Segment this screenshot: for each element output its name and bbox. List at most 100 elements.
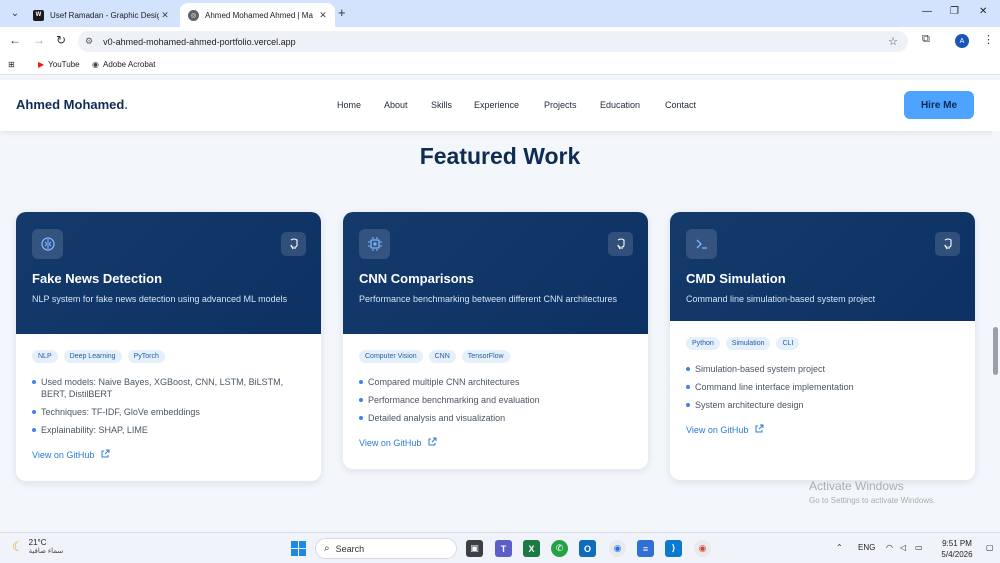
task-view-icon[interactable]: ▣ bbox=[466, 540, 483, 557]
nav-contact[interactable]: Contact bbox=[665, 100, 696, 110]
w-logo-icon: W bbox=[33, 9, 44, 21]
tab-search-icon[interactable]: ⌄ bbox=[6, 5, 24, 22]
tab-portfolio[interactable]: ◎ Ahmed Mohamed Ahmed | Ma ✕ bbox=[180, 3, 335, 27]
database-icon[interactable]: ≡ bbox=[637, 540, 654, 557]
address-bar[interactable]: ⚙ v0-ahmed-mohamed-ahmed-portfolio.verce… bbox=[78, 31, 908, 52]
feature-list: Simulation-based system project Command … bbox=[686, 363, 959, 411]
tab-usef-ramadan[interactable]: W Usef Ramadan - Graphic Design ✕ bbox=[25, 3, 177, 27]
close-icon[interactable]: ✕ bbox=[159, 10, 171, 21]
github-icon[interactable] bbox=[281, 232, 306, 256]
github-link[interactable]: View on GitHub bbox=[32, 449, 305, 461]
reload-icon[interactable]: ↻ bbox=[56, 33, 66, 47]
tag: CLI bbox=[776, 337, 800, 350]
brain-icon bbox=[32, 229, 63, 259]
cpu-icon bbox=[359, 229, 390, 259]
list-item: Simulation-based system project bbox=[686, 363, 959, 375]
scrollbar-thumb[interactable] bbox=[993, 327, 998, 375]
tab-title: Usef Ramadan - Graphic Design bbox=[50, 10, 159, 20]
bookmarks-bar: ⊞ ▶ YouTube ◉ Adobe Acrobat bbox=[0, 55, 1000, 75]
tag-list: Computer Vision CNN TensorFlow bbox=[359, 350, 632, 363]
card-body: Computer Vision CNN TensorFlow Compared … bbox=[343, 334, 648, 465]
new-tab-icon[interactable]: + bbox=[338, 5, 346, 20]
whatsapp-icon[interactable]: ✆ bbox=[551, 540, 568, 557]
external-link-icon bbox=[100, 449, 110, 461]
tag: Computer Vision bbox=[359, 350, 423, 363]
notification-icon[interactable]: ▢ bbox=[986, 543, 994, 552]
vscode-icon[interactable]: ⟩ bbox=[665, 540, 682, 557]
tag: TensorFlow bbox=[461, 350, 510, 363]
excel-icon[interactable]: X bbox=[523, 540, 540, 557]
tag: Deep Learning bbox=[63, 350, 122, 363]
apps-icon[interactable]: ⊞ bbox=[8, 60, 15, 69]
browser-tab-strip: ⌄ W Usef Ramadan - Graphic Design ✕ ◎ Ah… bbox=[0, 0, 1000, 27]
volume-icon[interactable]: ◁ bbox=[900, 543, 906, 552]
moon-icon: ☾ bbox=[12, 538, 24, 554]
bookmark-youtube[interactable]: ▶ YouTube bbox=[38, 60, 80, 69]
tag: Python bbox=[686, 337, 720, 350]
wifi-icon[interactable]: ◠ bbox=[886, 543, 893, 552]
section-title: Featured Work bbox=[419, 143, 581, 169]
nav-skills[interactable]: Skills bbox=[431, 100, 452, 110]
list-item: System architecture design bbox=[686, 399, 959, 411]
teams-icon[interactable]: T bbox=[495, 540, 512, 557]
minimize-icon[interactable]: — bbox=[922, 6, 932, 17]
tag-list: Python Simulation CLI bbox=[686, 337, 959, 350]
forward-icon[interactable]: → bbox=[33, 33, 45, 47]
menu-icon[interactable]: ⋮ bbox=[983, 33, 994, 46]
clock-date: 5/4/2026 bbox=[941, 550, 973, 559]
nav-projects[interactable]: Projects bbox=[544, 100, 577, 110]
github-link[interactable]: View on GitHub bbox=[686, 424, 959, 436]
extensions-icon[interactable]: ⧉ bbox=[922, 33, 930, 46]
temperature: 21°C bbox=[28, 538, 47, 547]
nav-experience[interactable]: Experience bbox=[474, 100, 519, 110]
bookmark-star-icon[interactable]: ☆ bbox=[888, 35, 898, 48]
weather-widget[interactable]: ☾ 21°C سماء صافية bbox=[12, 538, 63, 555]
windows-start-icon[interactable] bbox=[290, 540, 307, 557]
chrome-profile-icon[interactable]: ◉ bbox=[694, 540, 711, 557]
language-indicator[interactable]: ENG bbox=[858, 543, 875, 552]
bookmark-acrobat[interactable]: ◉ Adobe Acrobat bbox=[92, 60, 155, 69]
clock-time: 9:51 PM bbox=[942, 539, 972, 548]
github-icon[interactable] bbox=[935, 232, 960, 256]
profile-avatar[interactable]: A bbox=[955, 34, 969, 48]
page-scrollbar[interactable] bbox=[992, 131, 1000, 531]
outlook-icon[interactable]: O bbox=[579, 540, 596, 557]
youtube-icon: ▶ bbox=[38, 60, 45, 69]
search-icon: ⌕ bbox=[324, 543, 330, 554]
system-clock[interactable]: 9:51 PM 5/4/2026 bbox=[935, 538, 979, 560]
card-header: Fake News Detection NLP system for fake … bbox=[16, 212, 321, 334]
battery-icon[interactable]: ▭ bbox=[915, 543, 923, 552]
windows-taskbar: ☾ 21°C سماء صافية ⌕ Search ▣ T X ✆ O ◉ ≡… bbox=[0, 532, 1000, 563]
nav-home[interactable]: Home bbox=[337, 100, 361, 110]
weather-text: سماء صافية bbox=[28, 548, 64, 555]
taskbar-search[interactable]: ⌕ Search bbox=[315, 538, 457, 559]
github-link-label: View on GitHub bbox=[359, 438, 422, 448]
list-item: Compared multiple CNN architectures bbox=[359, 376, 632, 388]
close-icon[interactable]: ✕ bbox=[317, 10, 329, 21]
github-link[interactable]: View on GitHub bbox=[359, 437, 632, 449]
brand-logo[interactable]: Ahmed Mohamed. bbox=[16, 97, 128, 112]
chrome-icon[interactable]: ◉ bbox=[609, 540, 626, 557]
card-header: CMD Simulation Command line simulation-b… bbox=[670, 212, 975, 321]
window-close-icon[interactable]: ✕ bbox=[979, 6, 987, 17]
card-description: NLP system for fake news detection using… bbox=[32, 294, 288, 304]
nav-education[interactable]: Education bbox=[600, 100, 640, 110]
activate-windows-subtitle: Go to Settings to activate Windows. bbox=[809, 496, 936, 505]
hire-me-button[interactable]: Hire Me bbox=[904, 91, 974, 119]
card-header: CNN Comparisons Performance benchmarking… bbox=[343, 212, 648, 334]
activate-windows-title: Activate Windows bbox=[809, 479, 904, 493]
restore-icon[interactable]: ❐ bbox=[950, 6, 959, 17]
tab-title: Ahmed Mohamed Ahmed | Ma bbox=[205, 10, 313, 20]
tag: PyTorch bbox=[127, 350, 165, 363]
list-item: Explainability: SHAP, LIME bbox=[32, 424, 305, 436]
site-info-icon[interactable]: ⚙ bbox=[85, 36, 93, 47]
list-item: Command line interface implementation bbox=[686, 381, 959, 393]
github-icon[interactable] bbox=[608, 232, 633, 256]
nav-about[interactable]: About bbox=[384, 100, 408, 110]
chevron-up-icon[interactable]: ⌃ bbox=[836, 543, 843, 552]
bookmark-label: YouTube bbox=[48, 60, 80, 69]
back-icon[interactable]: ← bbox=[9, 33, 21, 47]
list-item: Performance benchmarking and evaluation bbox=[359, 394, 632, 406]
search-label: Search bbox=[335, 543, 365, 554]
project-card: CMD Simulation Command line simulation-b… bbox=[670, 212, 975, 480]
